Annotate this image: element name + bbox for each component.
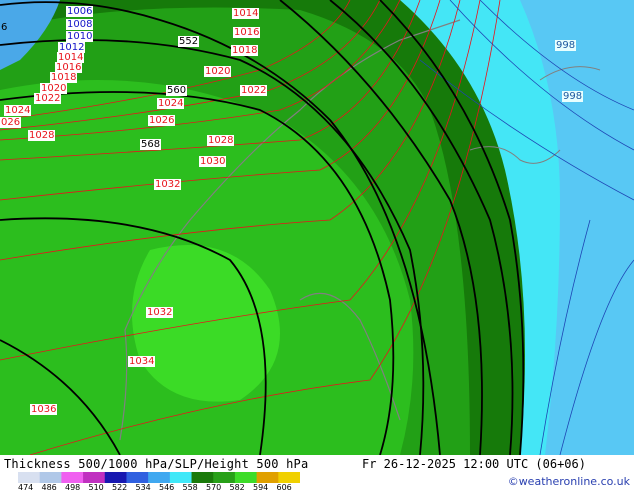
isobar-label: 026 <box>0 117 22 128</box>
colorbar-tick-label: 570 <box>206 483 222 490</box>
isobar-label: 1022 <box>240 85 268 96</box>
isobar-label: 1032 <box>146 307 174 318</box>
colorbar-tick-label: 534 <box>135 483 151 490</box>
isobar-label: 1018 <box>231 45 259 56</box>
map-footer: Thickness 500/1000 hPa/SLP/Height 500 hP… <box>0 455 634 490</box>
colorbar-swatch <box>213 472 236 483</box>
isobar-label: 1024 <box>4 105 32 116</box>
colorbar-swatch <box>169 472 193 483</box>
isobar-label: 998 <box>555 40 577 51</box>
colorbar-swatch <box>278 472 300 483</box>
colorbar-swatch <box>39 472 62 483</box>
colorbar-tick-label: 486 <box>41 483 57 490</box>
map-title: Thickness 500/1000 hPa/SLP/Height 500 hP… <box>4 457 309 471</box>
colorbar-tick-label: 498 <box>65 483 81 490</box>
colorbar-tick-label: 522 <box>112 483 128 490</box>
isobar-label: 1008 <box>66 19 94 30</box>
isobar-label: 1024 <box>157 98 185 109</box>
map-canvas <box>0 0 634 455</box>
colorbar-swatch <box>191 472 214 483</box>
colorbar-tick-label: 606 <box>276 483 292 490</box>
credit-link[interactable]: ©weatheronline.co.uk <box>508 475 630 488</box>
isobar-label: 1028 <box>28 130 56 141</box>
isobar-label: 1014 <box>232 8 260 19</box>
colorbar-ticks: 474 486 498 510 522 534 546 558 570 582 594 606 <box>18 483 318 490</box>
isobar-label: 1020 <box>204 66 232 77</box>
isobar-label: 1010 <box>66 31 94 42</box>
colorbar-tick-label: 558 <box>182 483 198 490</box>
colorbar-tick-label: 510 <box>88 483 104 490</box>
isobar-label: 1036 <box>30 404 58 415</box>
colorbar-tick-label: 594 <box>253 483 269 490</box>
colorbar-tick-label: 474 <box>18 483 34 490</box>
isobar-label: 1032 <box>154 179 182 190</box>
isobar-label: 1006 <box>66 6 94 17</box>
colorbar-swatch <box>148 472 171 483</box>
colorbar-swatch <box>104 472 127 483</box>
weather-map-screenshot: { "map": { "fill_colors": { "dark_green"… <box>0 0 634 490</box>
height-label: 568 <box>140 139 162 150</box>
isobar-label: 1026 <box>148 115 176 126</box>
isobar-label: 1030 <box>199 156 227 167</box>
height-label: 560 <box>166 85 188 96</box>
colorbar-swatch <box>61 472 84 483</box>
colorbar-swatch <box>256 472 279 483</box>
colorbar-tick-label: 582 <box>229 483 245 490</box>
colorbar-swatch <box>234 472 258 483</box>
height-label: 6 <box>1 22 8 33</box>
isobar-label: 1022 <box>34 93 62 104</box>
isobar-label: 1028 <box>207 135 235 146</box>
isobar-label: 1034 <box>128 356 156 367</box>
isobar-label: 998 <box>562 91 584 102</box>
isobar-label: 1016 <box>233 27 261 38</box>
colorbar-swatch <box>18 472 41 483</box>
height-label: 552 <box>178 36 200 47</box>
colorbar-swatch <box>126 472 149 483</box>
colorbar <box>18 472 300 483</box>
colorbar-tick-label: 546 <box>159 483 175 490</box>
colorbar-swatch <box>83 472 106 483</box>
isobar-label: 1018 <box>50 72 78 83</box>
map-datetime: Fr 26-12-2025 12:00 UTC (06+06) <box>362 457 586 471</box>
